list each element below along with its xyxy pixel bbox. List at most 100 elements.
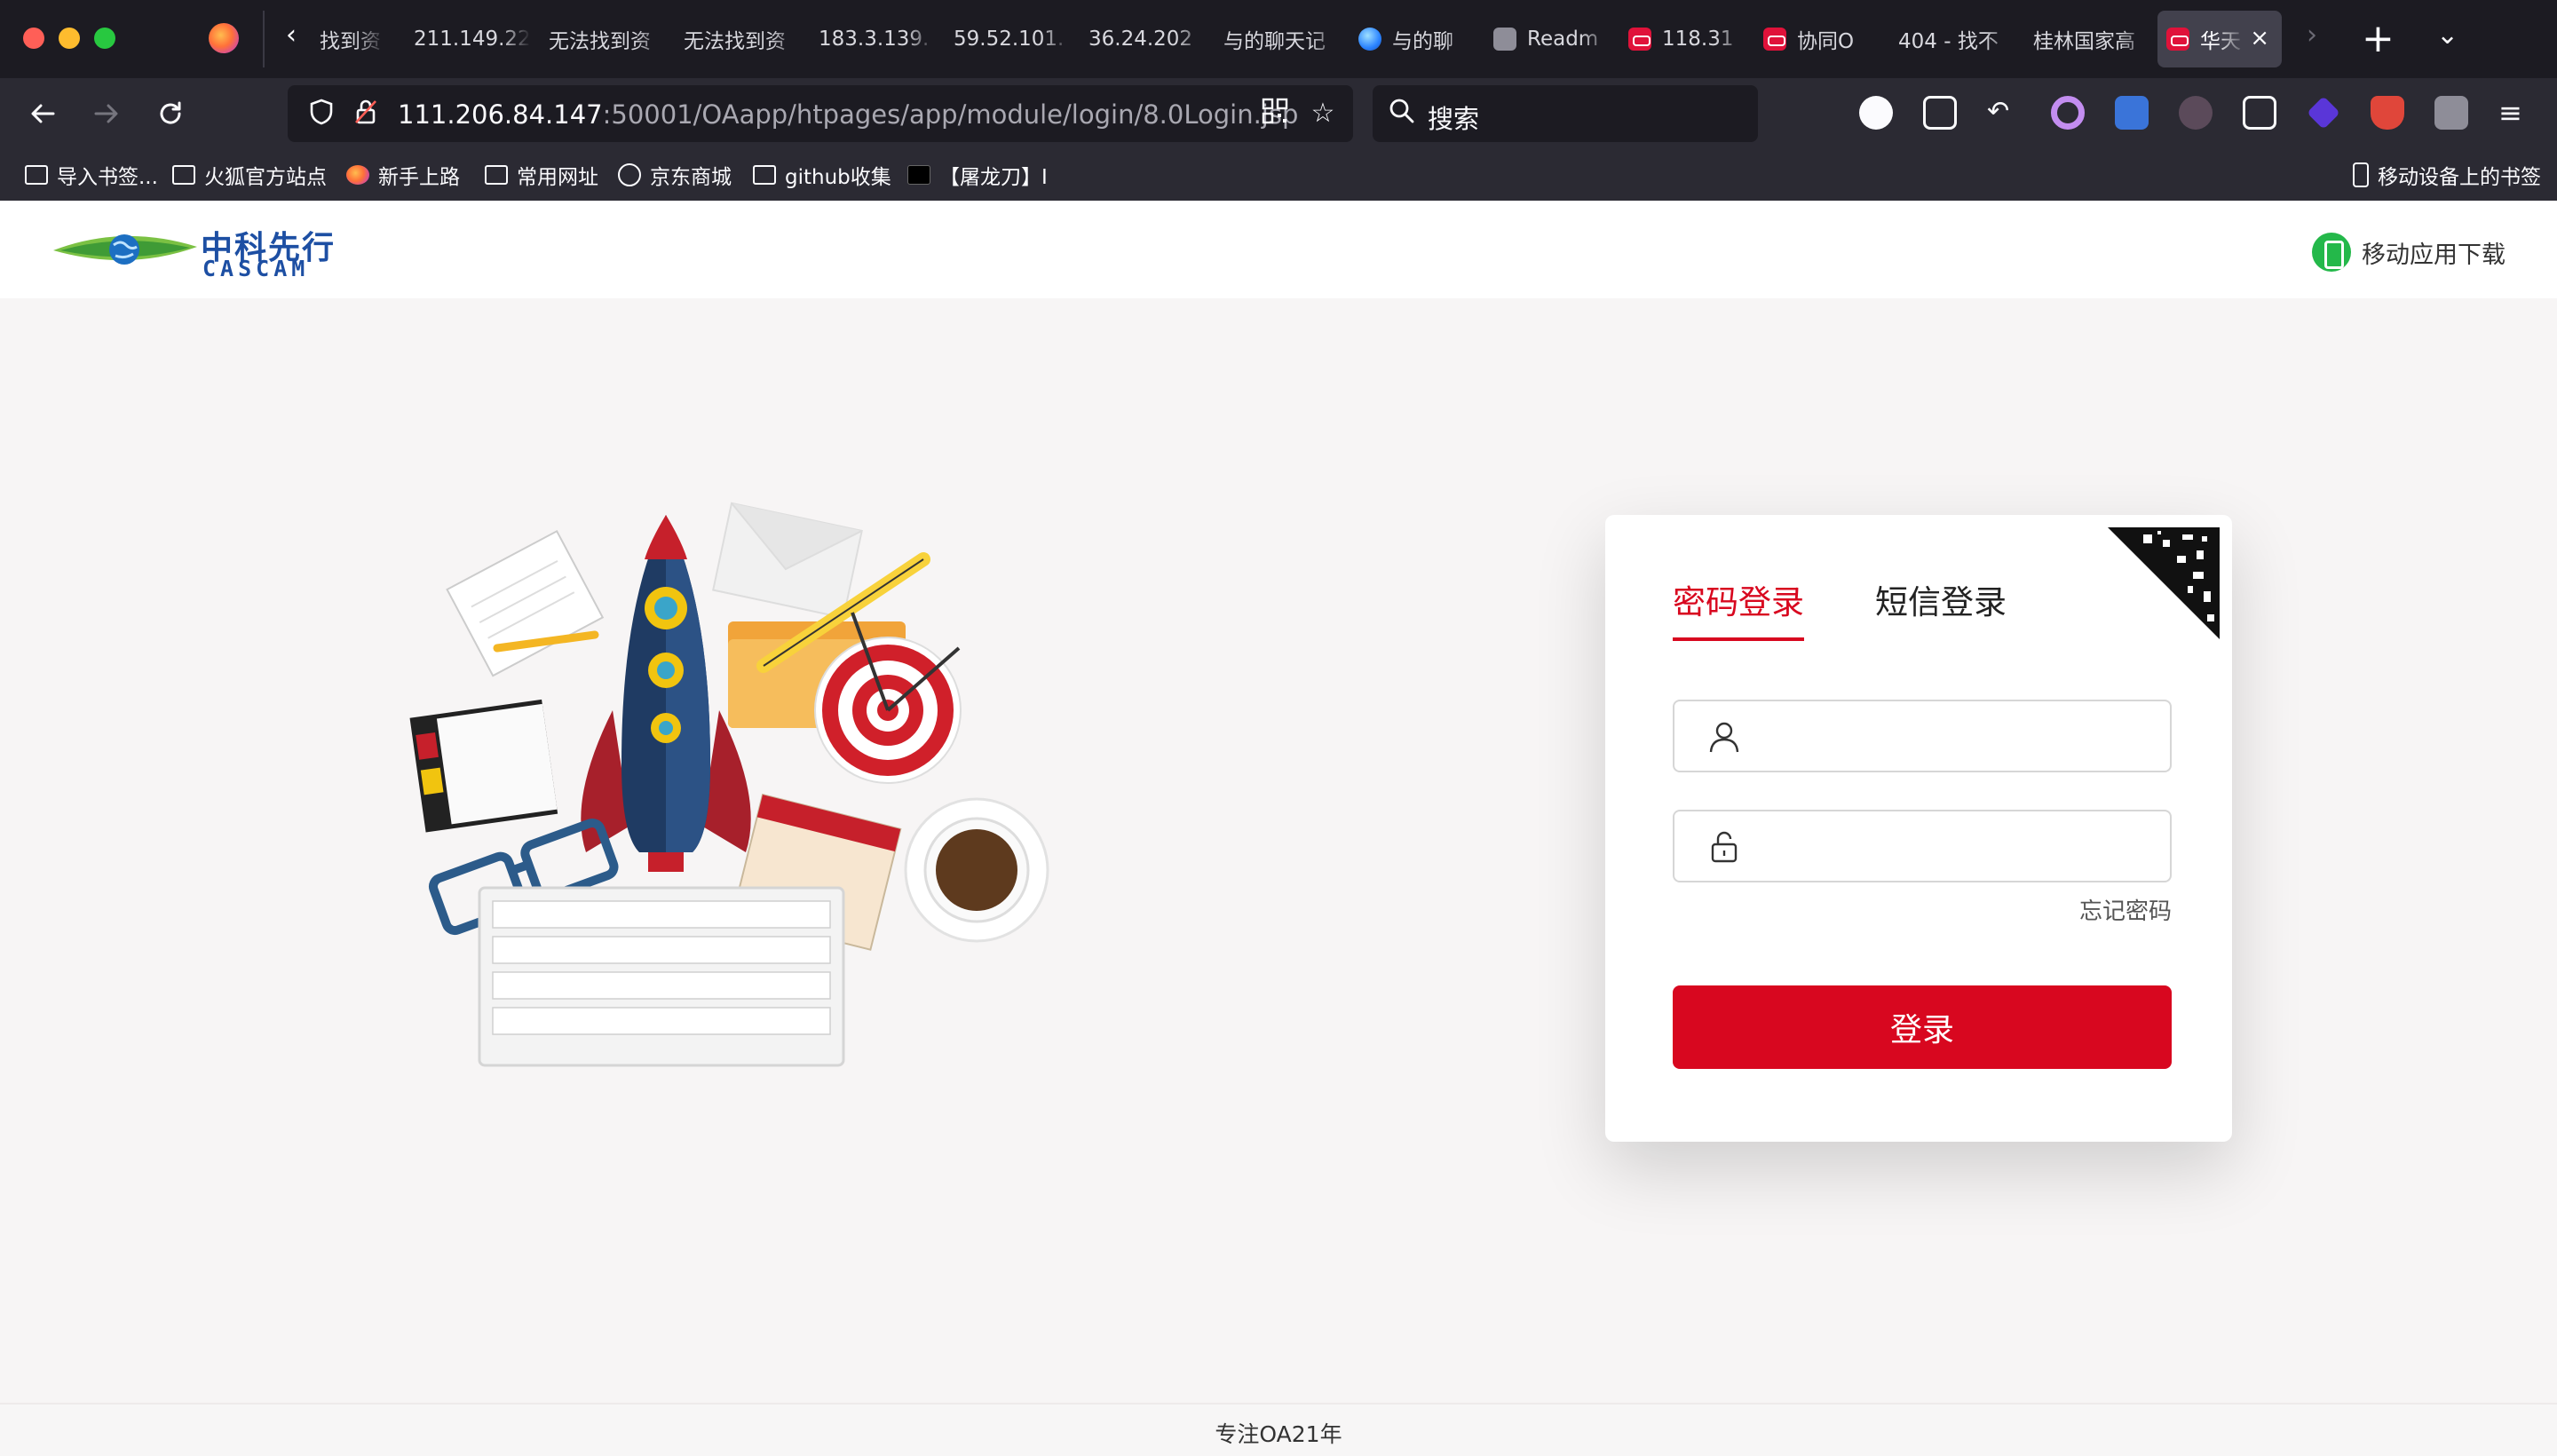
waf-shield-icon[interactable] bbox=[2371, 96, 2404, 130]
login-button[interactable]: 登录 bbox=[1673, 985, 2172, 1069]
minimize-window-button[interactable] bbox=[59, 28, 80, 49]
close-tab-icon[interactable]: × bbox=[2250, 25, 2269, 51]
back-arrow-icon bbox=[31, 104, 55, 123]
tab-fade bbox=[771, 11, 801, 67]
search-icon bbox=[1389, 98, 1415, 131]
mobile-bookmarks-folder[interactable]: 移动设备上的书签 bbox=[2353, 160, 2541, 190]
search-placeholder: 搜索 bbox=[1428, 104, 1480, 134]
username-input[interactable] bbox=[1749, 701, 2157, 771]
bookmark-star-icon[interactable]: ☆ bbox=[1307, 98, 1339, 130]
company-logo[interactable]: 中科先行 CASCAM bbox=[51, 220, 353, 281]
layers-extension-icon[interactable] bbox=[2307, 96, 2340, 130]
username-field[interactable] bbox=[1673, 700, 2172, 772]
mobile-phone-icon bbox=[2312, 233, 2351, 272]
browser-tab[interactable]: 211.149.22 bbox=[405, 11, 531, 67]
tab-fade bbox=[1176, 11, 1206, 67]
reload-icon bbox=[160, 101, 181, 124]
browser-tab[interactable]: 183.3.139. bbox=[810, 11, 936, 67]
circle-extension-icon[interactable] bbox=[2051, 96, 2085, 130]
startup-rocket-illustration bbox=[409, 502, 1049, 1067]
password-input[interactable] bbox=[1749, 811, 2157, 881]
bookmark-item[interactable]: 导入书签... bbox=[25, 160, 158, 190]
address-bar[interactable]: 111.206.84.147:50001/OAapp/htpages/app/m… bbox=[288, 85, 1353, 142]
browser-tab[interactable]: Readm bbox=[1484, 11, 1611, 67]
forward-arrow-icon bbox=[94, 104, 118, 123]
browser-tab[interactable]: 华天× bbox=[2157, 11, 2282, 67]
tab-password-login[interactable]: 密码登录 bbox=[1673, 575, 1804, 641]
bookmark-item[interactable]: 常用网址 bbox=[485, 160, 598, 190]
undo-icon[interactable]: ↶ bbox=[1987, 96, 2021, 130]
hamburger-menu-icon[interactable]: ≡ bbox=[2498, 96, 2532, 130]
browser-tab[interactable]: 找到资 bbox=[311, 11, 385, 67]
browser-tab[interactable]: 118.31 bbox=[1619, 11, 1746, 67]
extension-badge-icon[interactable] bbox=[2179, 96, 2213, 130]
bookmark-label: 常用网址 bbox=[517, 166, 598, 189]
bookmark-item[interactable]: github收集 bbox=[753, 160, 891, 190]
login-method-tabs: 密码登录 短信登录 bbox=[1673, 575, 2078, 641]
reload-button[interactable] bbox=[151, 94, 190, 133]
tab-sms-login[interactable]: 短信登录 bbox=[1875, 575, 2007, 641]
browser-tab[interactable]: 协同O bbox=[1754, 11, 1880, 67]
screenshot-icon[interactable] bbox=[2243, 96, 2276, 130]
bookmark-label: 火狐官方站点 bbox=[204, 166, 327, 189]
tab-fade bbox=[1985, 11, 2015, 67]
tracking-protection-shield-icon[interactable] bbox=[305, 98, 337, 130]
vimium-extension-icon[interactable] bbox=[1859, 96, 1893, 130]
search-bar[interactable]: 搜索 bbox=[1373, 85, 1758, 142]
bookmark-label: 京东商城 bbox=[650, 166, 732, 189]
tab-fade bbox=[2216, 11, 2246, 67]
url-text[interactable]: 111.206.84.147:50001/OAapp/htpages/app/m… bbox=[398, 99, 1298, 130]
forward-button[interactable] bbox=[87, 94, 126, 133]
folder-icon bbox=[172, 165, 195, 185]
tab-fade bbox=[2120, 11, 2150, 67]
crop-screenshot-icon[interactable] bbox=[1923, 96, 1957, 130]
bookmark-label: 导入书签... bbox=[57, 166, 158, 189]
tab-fade bbox=[1580, 11, 1611, 67]
tab-fade bbox=[636, 11, 666, 67]
bookmark-item[interactable]: 火狐官方站点 bbox=[172, 160, 327, 190]
firefox-icon bbox=[209, 23, 239, 53]
new-tab-button[interactable]: + bbox=[2362, 14, 2395, 64]
import-icon bbox=[25, 165, 48, 185]
navigation-toolbar: 111.206.84.147:50001/OAapp/htpages/app/m… bbox=[0, 78, 2557, 149]
browser-tab[interactable]: 36.24.202 bbox=[1080, 11, 1206, 67]
globe-icon bbox=[1358, 28, 1381, 51]
qr-code-icon[interactable] bbox=[1259, 98, 1291, 130]
bookmark-label: 新手上路 bbox=[378, 166, 460, 189]
list-all-tabs-button[interactable]: ⌄ bbox=[2436, 20, 2458, 51]
back-button[interactable] bbox=[23, 94, 62, 133]
browser-tab[interactable]: 无法找到资 bbox=[675, 11, 801, 67]
translate-icon[interactable] bbox=[2115, 96, 2149, 130]
browser-tab[interactable]: 59.52.101. bbox=[945, 11, 1071, 67]
browser-tab[interactable]: 无法找到资 bbox=[540, 11, 666, 67]
browser-tab[interactable]: 与的聊天记 bbox=[1215, 11, 1341, 67]
forgot-password-link[interactable]: 忘记密码 bbox=[2079, 893, 2172, 926]
tab-fade bbox=[355, 11, 385, 67]
password-field[interactable] bbox=[1673, 810, 2172, 882]
dark-icon bbox=[907, 165, 930, 185]
tab-fade bbox=[1850, 11, 1880, 67]
tab-divider bbox=[263, 11, 265, 67]
mobile-app-download-link[interactable]: 移动应用下载 bbox=[2312, 233, 2506, 272]
extensions-puzzle-icon[interactable] bbox=[2434, 96, 2468, 130]
tab-fade bbox=[1041, 11, 1071, 67]
browser-tab[interactable]: 桂林国家高 bbox=[2024, 11, 2150, 67]
bookmark-item[interactable]: 【屠龙刀】I bbox=[907, 160, 1048, 190]
zoom-window-button[interactable] bbox=[94, 28, 115, 49]
phone-icon bbox=[2353, 162, 2369, 187]
page-footer: 专注OA21年 bbox=[0, 1403, 2557, 1456]
bookmarks-toolbar: 导入书签... 火狐官方站点 新手上路 常用网址 京东商城 github收集 【屠龙刀】I … bbox=[0, 149, 2557, 201]
close-window-button[interactable] bbox=[23, 28, 44, 49]
insecure-lock-icon[interactable] bbox=[350, 98, 382, 130]
browser-tab[interactable]: 与的聊 bbox=[1350, 11, 1476, 67]
tab-scroll-left-icon[interactable]: ‹ bbox=[286, 20, 297, 51]
mask-icon bbox=[1763, 28, 1786, 51]
tab-label: 协同O bbox=[1797, 30, 1855, 53]
browser-tab[interactable]: 404 - 找不 bbox=[1889, 11, 2015, 67]
globe-leaf-logo-icon bbox=[53, 234, 197, 265]
qr-code-login-icon[interactable] bbox=[2108, 527, 2220, 639]
bookmark-item[interactable]: 新手上路 bbox=[346, 160, 460, 190]
logo-english-text: CASCAM bbox=[202, 256, 310, 281]
tab-scroll-right-icon[interactable]: › bbox=[2307, 20, 2317, 51]
bookmark-item[interactable]: 京东商城 bbox=[618, 160, 732, 190]
